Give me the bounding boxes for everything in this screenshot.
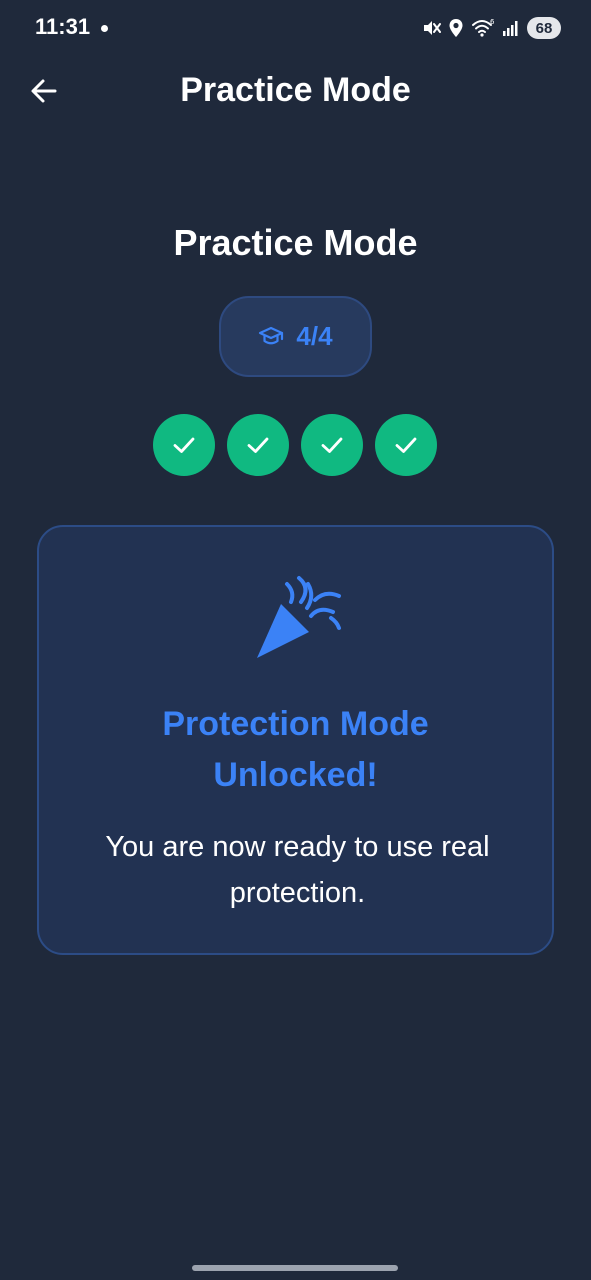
home-indicator[interactable] — [192, 1265, 398, 1271]
check-icon — [395, 437, 417, 453]
back-button[interactable] — [24, 71, 64, 111]
progress-count: 4/4 — [296, 321, 333, 351]
screen: 11:31 6 68 Practice Mode Practice Mode 4… — [0, 0, 591, 1280]
unlock-message: You are now ready to use real protection… — [69, 824, 526, 916]
mute-icon — [424, 21, 441, 35]
check-icon — [247, 437, 269, 453]
unlock-title: Protection Mode Unlocked! — [39, 699, 552, 801]
page-heading: Practice Mode — [173, 222, 418, 263]
signal-icon — [503, 21, 518, 36]
party-popper-icon — [257, 576, 341, 658]
arrow-left-icon — [31, 79, 57, 103]
unlock-message-line1: You are now ready to use real — [105, 831, 490, 863]
status-icons: 6 68 — [421, 16, 561, 40]
unlock-message-line2: protection. — [229, 877, 366, 909]
app-bar: Practice Mode — [0, 56, 591, 128]
step-indicators — [153, 414, 439, 476]
progress-badge: 4/4 — [219, 296, 372, 377]
wifi-icon: 6 — [472, 18, 495, 37]
step-complete-4 — [375, 414, 437, 476]
unlock-title-line2: Unlocked! — [213, 756, 378, 794]
check-icon — [321, 437, 343, 453]
svg-text:6: 6 — [490, 18, 495, 26]
unlock-card: Protection Mode Unlocked! You are now re… — [37, 525, 554, 955]
check-icon — [173, 437, 195, 453]
status-bar: 11:31 6 68 — [0, 0, 591, 56]
location-icon — [449, 19, 463, 37]
notification-dot — [101, 25, 108, 32]
status-time: 11:31 — [35, 14, 91, 39]
battery-indicator: 68 — [527, 17, 561, 39]
unlock-title-line1: Protection Mode — [162, 705, 429, 743]
step-complete-3 — [301, 414, 363, 476]
step-complete-2 — [227, 414, 289, 476]
app-bar-title: Practice Mode — [180, 71, 411, 109]
step-complete-1 — [153, 414, 215, 476]
graduation-cap-icon — [259, 326, 284, 344]
